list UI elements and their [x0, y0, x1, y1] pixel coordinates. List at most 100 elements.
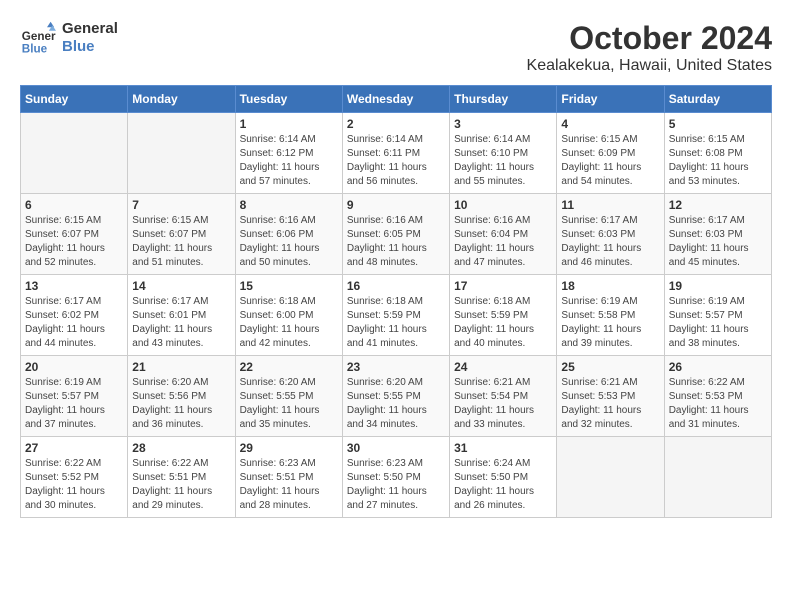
day-number: 5 [669, 117, 767, 131]
day-cell: 10 Sunrise: 6:16 AM Sunset: 6:04 PM Dayli… [450, 194, 557, 275]
day-number: 11 [561, 198, 659, 212]
header-day-sunday: Sunday [21, 86, 128, 113]
day-number: 20 [25, 360, 123, 374]
week-row-2: 6 Sunrise: 6:15 AM Sunset: 6:07 PM Daylig… [21, 194, 772, 275]
svg-text:General: General [22, 30, 56, 43]
day-number: 18 [561, 279, 659, 293]
day-info: Sunrise: 6:16 AM Sunset: 6:06 PM Dayligh… [240, 214, 338, 270]
svg-text:Blue: Blue [22, 42, 48, 55]
day-number: 26 [669, 360, 767, 374]
day-info: Sunrise: 6:18 AM Sunset: 5:59 PM Dayligh… [454, 295, 552, 351]
day-cell: 28 Sunrise: 6:22 AM Sunset: 5:51 PM Dayli… [128, 437, 235, 518]
day-info: Sunrise: 6:23 AM Sunset: 5:50 PM Dayligh… [347, 457, 445, 513]
day-number: 1 [240, 117, 338, 131]
day-info: Sunrise: 6:15 AM Sunset: 6:07 PM Dayligh… [132, 214, 230, 270]
day-number: 29 [240, 441, 338, 455]
day-info: Sunrise: 6:20 AM Sunset: 5:55 PM Dayligh… [240, 376, 338, 432]
day-info: Sunrise: 6:18 AM Sunset: 6:00 PM Dayligh… [240, 295, 338, 351]
week-row-4: 20Sunrise: 6:19 AM Sunset: 5:57 PM Dayli… [21, 356, 772, 437]
day-cell: 29 Sunrise: 6:23 AM Sunset: 5:51 PM Dayli… [235, 437, 342, 518]
day-number: 7 [132, 198, 230, 212]
day-cell: 20Sunrise: 6:19 AM Sunset: 5:57 PM Dayli… [21, 356, 128, 437]
day-cell [664, 437, 771, 518]
week-row-3: 13 Sunrise: 6:17 AM Sunset: 6:02 PM Dayli… [21, 275, 772, 356]
day-number: 16 [347, 279, 445, 293]
page-header: General Blue General Blue October 2024 K… [20, 20, 772, 75]
day-cell: 27 Sunrise: 6:22 AM Sunset: 5:52 PM Dayli… [21, 437, 128, 518]
day-number: 25 [561, 360, 659, 374]
header-day-friday: Friday [557, 86, 664, 113]
logo-blue: Blue [62, 38, 118, 56]
header-day-thursday: Thursday [450, 86, 557, 113]
day-number: 14 [132, 279, 230, 293]
page-title: October 2024 [527, 20, 772, 57]
day-number: 31 [454, 441, 552, 455]
day-cell: 23Sunrise: 6:20 AM Sunset: 5:55 PM Dayli… [342, 356, 449, 437]
day-info: Sunrise: 6:15 AM Sunset: 6:09 PM Dayligh… [561, 133, 659, 189]
logo-icon: General Blue [20, 20, 56, 56]
day-number: 30 [347, 441, 445, 455]
day-number: 22 [240, 360, 338, 374]
day-info: Sunrise: 6:22 AM Sunset: 5:53 PM Dayligh… [669, 376, 767, 432]
day-cell: 15 Sunrise: 6:18 AM Sunset: 6:00 PM Dayli… [235, 275, 342, 356]
title-block: October 2024 Kealakekua, Hawaii, United … [527, 20, 772, 75]
day-cell: 14 Sunrise: 6:17 AM Sunset: 6:01 PM Dayli… [128, 275, 235, 356]
day-cell: 16Sunrise: 6:18 AM Sunset: 5:59 PM Dayli… [342, 275, 449, 356]
day-number: 6 [25, 198, 123, 212]
day-info: Sunrise: 6:21 AM Sunset: 5:53 PM Dayligh… [561, 376, 659, 432]
day-info: Sunrise: 6:17 AM Sunset: 6:01 PM Dayligh… [132, 295, 230, 351]
day-cell: 2 Sunrise: 6:14 AM Sunset: 6:11 PM Daylig… [342, 113, 449, 194]
day-info: Sunrise: 6:15 AM Sunset: 6:07 PM Dayligh… [25, 214, 123, 270]
day-info: Sunrise: 6:14 AM Sunset: 6:11 PM Dayligh… [347, 133, 445, 189]
logo-general: General [62, 20, 118, 38]
day-info: Sunrise: 6:16 AM Sunset: 6:05 PM Dayligh… [347, 214, 445, 270]
logo: General Blue General Blue [20, 20, 118, 56]
day-info: Sunrise: 6:17 AM Sunset: 6:02 PM Dayligh… [25, 295, 123, 351]
day-info: Sunrise: 6:21 AM Sunset: 5:54 PM Dayligh… [454, 376, 552, 432]
header-day-monday: Monday [128, 86, 235, 113]
day-info: Sunrise: 6:17 AM Sunset: 6:03 PM Dayligh… [561, 214, 659, 270]
day-number: 19 [669, 279, 767, 293]
day-number: 12 [669, 198, 767, 212]
day-cell: 22 Sunrise: 6:20 AM Sunset: 5:55 PM Dayli… [235, 356, 342, 437]
day-number: 27 [25, 441, 123, 455]
day-number: 2 [347, 117, 445, 131]
day-info: Sunrise: 6:19 AM Sunset: 5:57 PM Dayligh… [669, 295, 767, 351]
day-number: 10 [454, 198, 552, 212]
day-number: 28 [132, 441, 230, 455]
day-cell [557, 437, 664, 518]
day-info: Sunrise: 6:17 AM Sunset: 6:03 PM Dayligh… [669, 214, 767, 270]
day-cell: 30 Sunrise: 6:23 AM Sunset: 5:50 PM Dayli… [342, 437, 449, 518]
header-day-saturday: Saturday [664, 86, 771, 113]
day-number: 17 [454, 279, 552, 293]
day-info: Sunrise: 6:22 AM Sunset: 5:52 PM Dayligh… [25, 457, 123, 513]
day-cell: 6 Sunrise: 6:15 AM Sunset: 6:07 PM Daylig… [21, 194, 128, 275]
header-row: SundayMondayTuesdayWednesdayThursdayFrid… [21, 86, 772, 113]
day-number: 3 [454, 117, 552, 131]
day-cell: 8Sunrise: 6:16 AM Sunset: 6:06 PM Daylig… [235, 194, 342, 275]
day-number: 21 [132, 360, 230, 374]
day-cell: 24Sunrise: 6:21 AM Sunset: 5:54 PM Dayli… [450, 356, 557, 437]
day-cell: 31Sunrise: 6:24 AM Sunset: 5:50 PM Dayli… [450, 437, 557, 518]
day-cell: 26 Sunrise: 6:22 AM Sunset: 5:53 PM Dayli… [664, 356, 771, 437]
day-info: Sunrise: 6:20 AM Sunset: 5:56 PM Dayligh… [132, 376, 230, 432]
day-number: 23 [347, 360, 445, 374]
day-info: Sunrise: 6:16 AM Sunset: 6:04 PM Dayligh… [454, 214, 552, 270]
day-number: 15 [240, 279, 338, 293]
day-cell: 11 Sunrise: 6:17 AM Sunset: 6:03 PM Dayli… [557, 194, 664, 275]
day-info: Sunrise: 6:23 AM Sunset: 5:51 PM Dayligh… [240, 457, 338, 513]
day-info: Sunrise: 6:22 AM Sunset: 5:51 PM Dayligh… [132, 457, 230, 513]
day-cell: 5Sunrise: 6:15 AM Sunset: 6:08 PM Daylig… [664, 113, 771, 194]
day-cell: 7 Sunrise: 6:15 AM Sunset: 6:07 PM Daylig… [128, 194, 235, 275]
day-cell: 17 Sunrise: 6:18 AM Sunset: 5:59 PM Dayli… [450, 275, 557, 356]
day-cell: 4Sunrise: 6:15 AM Sunset: 6:09 PM Daylig… [557, 113, 664, 194]
day-cell: 1Sunrise: 6:14 AM Sunset: 6:12 PM Daylig… [235, 113, 342, 194]
day-cell: 9 Sunrise: 6:16 AM Sunset: 6:05 PM Daylig… [342, 194, 449, 275]
week-row-5: 27 Sunrise: 6:22 AM Sunset: 5:52 PM Dayli… [21, 437, 772, 518]
day-info: Sunrise: 6:19 AM Sunset: 5:58 PM Dayligh… [561, 295, 659, 351]
day-number: 13 [25, 279, 123, 293]
day-number: 9 [347, 198, 445, 212]
header-day-tuesday: Tuesday [235, 86, 342, 113]
week-row-1: 1Sunrise: 6:14 AM Sunset: 6:12 PM Daylig… [21, 113, 772, 194]
day-info: Sunrise: 6:14 AM Sunset: 6:10 PM Dayligh… [454, 133, 552, 189]
